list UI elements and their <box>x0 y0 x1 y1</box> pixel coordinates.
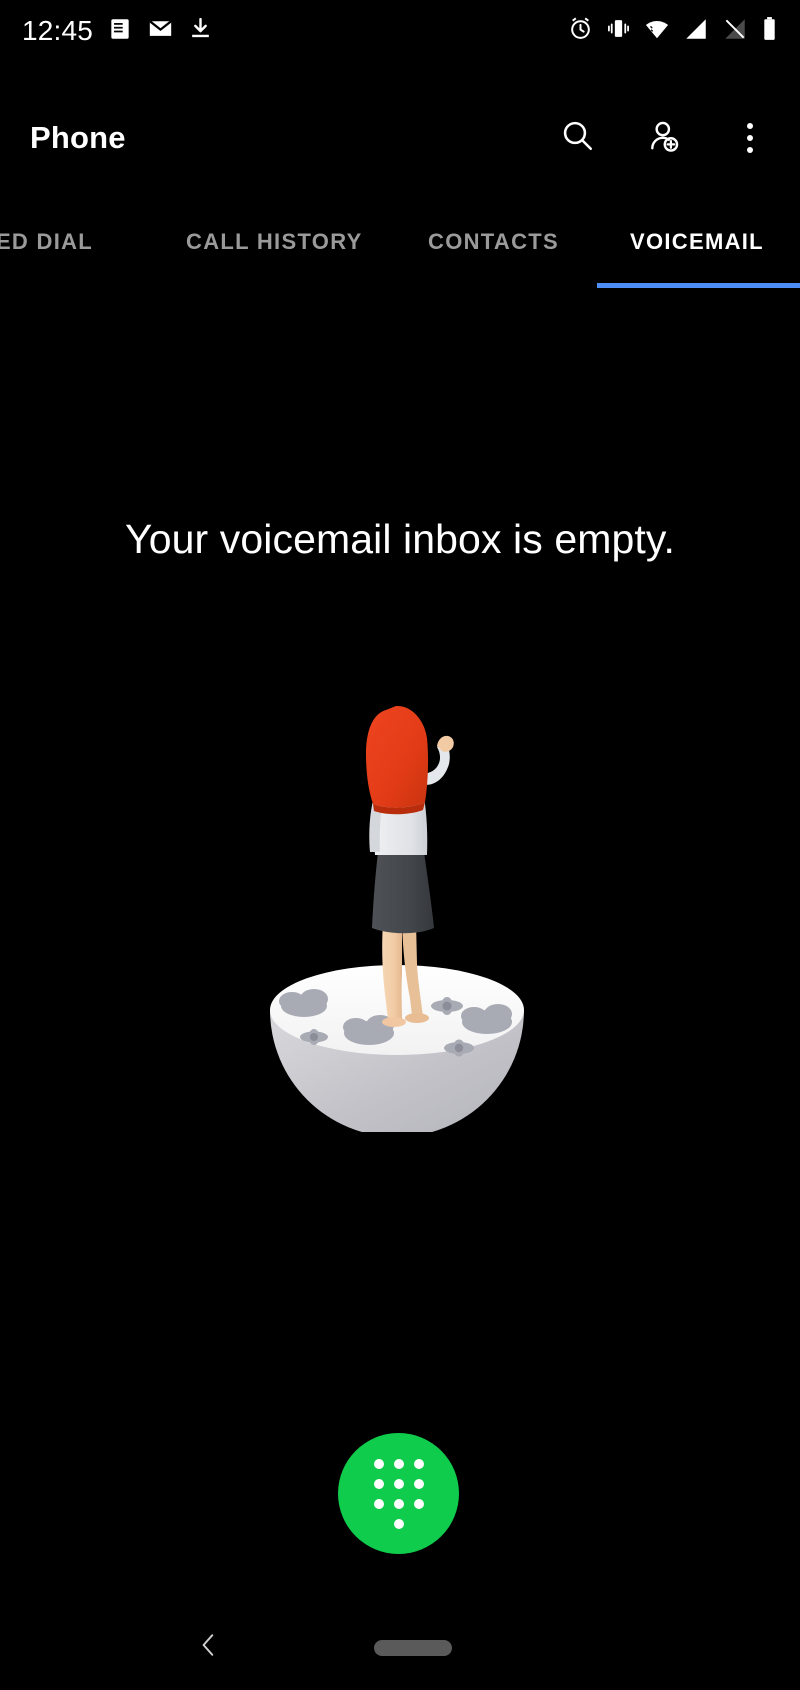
status-clock: 12:45 <box>22 15 94 46</box>
search-icon <box>560 118 596 159</box>
wifi-icon <box>644 16 670 47</box>
phone-app-screen: 12:45 Phone ED DIAL CALL HISTORY CONTACT… <box>0 0 800 1690</box>
dialpad-fab[interactable] <box>338 1433 459 1554</box>
nav-home-pill[interactable] <box>374 1640 452 1656</box>
dialpad-icon <box>373 1458 424 1529</box>
empty-state-message: Your voicemail inbox is empty. <box>125 516 675 562</box>
vibrate-icon <box>606 16 631 46</box>
tab-active-indicator <box>597 283 800 288</box>
tab-voicemail[interactable]: VOICEMAIL <box>630 196 764 288</box>
add-contact-button[interactable] <box>644 118 684 158</box>
overflow-menu-icon <box>747 123 753 153</box>
overflow-menu-button[interactable] <box>730 118 770 158</box>
empty-state-illustration <box>242 692 552 1137</box>
tab-bar: PEED DIAL CALL HISTORY CONTACTS VOICEMAI… <box>0 196 800 288</box>
tab-contacts[interactable]: CONTACTS <box>428 196 559 288</box>
email-icon <box>147 15 174 47</box>
tab-call-history[interactable]: CALL HISTORY <box>186 196 363 288</box>
battery-icon <box>761 16 778 47</box>
app-bar-actions <box>558 118 770 158</box>
status-bar-right <box>568 16 778 47</box>
status-bar: 12:45 <box>0 0 800 62</box>
cloud-shape <box>279 989 328 1017</box>
signal-icon <box>683 16 709 47</box>
nav-back-button[interactable] <box>196 1632 222 1658</box>
status-bar-left: 12:45 <box>22 15 213 47</box>
page-title: Phone <box>30 120 126 155</box>
tab-speed-dial[interactable]: PEED DIAL <box>0 196 93 288</box>
tab-strip: PEED DIAL CALL HISTORY CONTACTS VOICEMAI… <box>0 196 800 288</box>
alarm-icon <box>568 16 593 46</box>
app-bar: Phone <box>0 92 800 184</box>
add-contact-icon <box>646 118 682 159</box>
article-icon <box>107 16 133 47</box>
download-icon <box>188 16 213 46</box>
system-nav-bar <box>0 1602 800 1690</box>
search-button[interactable] <box>558 118 598 158</box>
cloud-shape <box>461 1004 512 1034</box>
signal-off-icon <box>722 16 748 47</box>
